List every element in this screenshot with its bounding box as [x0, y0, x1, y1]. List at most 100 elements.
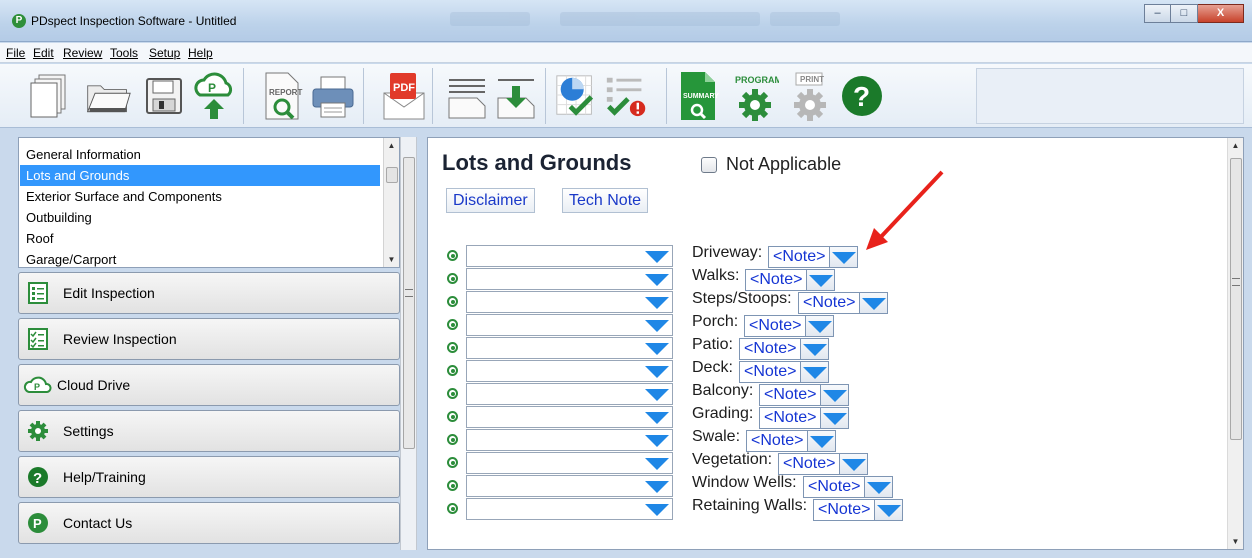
section-item-selected[interactable]: Lots and Grounds: [20, 165, 380, 186]
condition-dropdown[interactable]: [466, 314, 673, 336]
dropdown-arrow-icon: [645, 297, 669, 309]
condition-dropdown[interactable]: [466, 383, 673, 405]
summary-button[interactable]: SUMMARY: [674, 70, 722, 122]
note-dropdown-button[interactable]: [801, 338, 830, 360]
left-panel-scrollbar[interactable]: [400, 137, 417, 550]
section-item[interactable]: Exterior Surface and Components: [20, 186, 380, 207]
condition-dropdown[interactable]: [466, 406, 673, 428]
note-dropdown-button[interactable]: [865, 476, 894, 498]
note-field[interactable]: <Note>: [813, 499, 876, 521]
note-dropdown-button[interactable]: [860, 292, 889, 314]
note-field[interactable]: <Note>: [746, 430, 809, 452]
tech-note-button[interactable]: Tech Note: [562, 188, 649, 213]
note-field[interactable]: <Note>: [803, 476, 866, 498]
review-inspection-button[interactable]: Review Inspection: [18, 318, 400, 360]
status-bullet-icon: [447, 296, 458, 307]
dropdown-arrow-icon: [645, 504, 669, 516]
status-bullet-icon: [447, 434, 458, 445]
svg-text:SUMMARY: SUMMARY: [683, 93, 719, 100]
scroll-down-icon[interactable]: ▼: [1228, 534, 1243, 549]
note-field[interactable]: <Note>: [768, 246, 831, 268]
inspection-row: Vegetation: <Note>: [428, 451, 1228, 475]
cloud-upload-button[interactable]: P: [190, 70, 238, 122]
chart-check-button[interactable]: [553, 70, 601, 122]
condition-dropdown[interactable]: [466, 360, 673, 382]
section-list-scrollbar[interactable]: ▲ ▼: [383, 138, 399, 267]
open-folder-button[interactable]: [84, 70, 132, 122]
note-field[interactable]: <Note>: [744, 315, 807, 337]
condition-dropdown[interactable]: [466, 498, 673, 520]
note-field[interactable]: <Note>: [739, 338, 802, 360]
menu-help[interactable]: Help: [188, 46, 213, 60]
section-item[interactable]: Outbuilding: [20, 207, 380, 228]
condition-dropdown[interactable]: [466, 291, 673, 313]
note-dropdown-button[interactable]: [807, 269, 836, 291]
status-bullet-icon: [447, 457, 458, 468]
contact-us-button[interactable]: P Contact Us: [18, 502, 400, 544]
scroll-down-icon[interactable]: ▼: [384, 252, 399, 267]
condition-dropdown[interactable]: [466, 452, 673, 474]
row-label: Porch:: [692, 313, 739, 330]
condition-dropdown[interactable]: [466, 429, 673, 451]
note-dropdown-button[interactable]: [806, 315, 835, 337]
condition-dropdown[interactable]: [466, 337, 673, 359]
status-bullet-icon: [447, 342, 458, 353]
inspection-row: Porch: <Note>: [428, 313, 1228, 337]
note-dropdown-button[interactable]: [821, 384, 850, 406]
print-settings-button[interactable]: PRINT: [786, 70, 834, 122]
section-item[interactable]: Garage/Carport: [20, 249, 380, 267]
print-button[interactable]: [309, 70, 357, 122]
settings-button[interactable]: Settings: [18, 410, 400, 452]
condition-dropdown[interactable]: [466, 245, 673, 267]
minimize-button[interactable]: –: [1144, 4, 1171, 23]
pdf-email-button[interactable]: PDF: [380, 70, 428, 122]
edit-inspection-button[interactable]: Edit Inspection: [18, 272, 400, 314]
report-preview-button[interactable]: REPORT: [257, 70, 305, 122]
import-button[interactable]: [492, 70, 540, 122]
note-field[interactable]: <Note>: [798, 292, 861, 314]
scroll-up-icon[interactable]: ▲: [1228, 138, 1243, 153]
scrollbar-thumb[interactable]: [386, 167, 398, 183]
note-dropdown-button[interactable]: [801, 361, 830, 383]
maximize-button[interactable]: □: [1171, 4, 1198, 23]
inspection-row: Walks: <Note>: [428, 267, 1228, 291]
cloud-drive-button[interactable]: P Cloud Drive: [18, 364, 400, 406]
note-field[interactable]: <Note>: [759, 407, 822, 429]
help-button[interactable]: ?: [838, 70, 886, 122]
section-item[interactable]: Roof: [20, 228, 380, 249]
note-field[interactable]: <Note>: [745, 269, 808, 291]
close-button[interactable]: X: [1198, 4, 1244, 23]
note-dropdown-button[interactable]: [875, 499, 904, 521]
main-scrollbar[interactable]: ▲ ▼: [1227, 138, 1243, 549]
menu-edit[interactable]: Edit: [33, 46, 54, 60]
save-button[interactable]: [140, 70, 188, 122]
note-dropdown-button[interactable]: [840, 453, 869, 475]
not-applicable-checkbox[interactable]: [701, 157, 717, 173]
menu-file[interactable]: File: [6, 46, 25, 60]
checklist-error-button[interactable]: [603, 70, 651, 122]
note-dropdown-button[interactable]: [830, 246, 859, 268]
note-dropdown-button[interactable]: [808, 430, 837, 452]
scrollbar-thumb[interactable]: [1230, 158, 1242, 440]
scrollbar-grip: [1232, 278, 1240, 286]
menu-review[interactable]: Review: [63, 46, 102, 60]
row-label: Steps/Stoops:: [692, 290, 792, 307]
menu-setup[interactable]: Setup: [149, 46, 180, 60]
note-dropdown-button[interactable]: [821, 407, 850, 429]
help-training-button[interactable]: ? Help/Training: [18, 456, 400, 498]
scroll-up-icon[interactable]: ▲: [384, 138, 399, 153]
row-label: Retaining Walls:: [692, 497, 808, 514]
disclaimer-button[interactable]: Disclaimer: [446, 188, 535, 213]
note-field[interactable]: <Note>: [778, 453, 841, 475]
new-document-button[interactable]: [26, 70, 74, 122]
note-control: <Note>: [739, 361, 830, 383]
document-lines-button[interactable]: [443, 70, 491, 122]
condition-dropdown[interactable]: [466, 268, 673, 290]
section-item[interactable]: General Information: [20, 144, 380, 165]
menu-tools[interactable]: Tools: [110, 46, 138, 60]
condition-dropdown[interactable]: [466, 475, 673, 497]
program-settings-button[interactable]: PROGRAM: [731, 70, 779, 122]
scrollbar-thumb[interactable]: [403, 157, 415, 449]
note-field[interactable]: <Note>: [759, 384, 822, 406]
note-field[interactable]: <Note>: [739, 361, 802, 383]
